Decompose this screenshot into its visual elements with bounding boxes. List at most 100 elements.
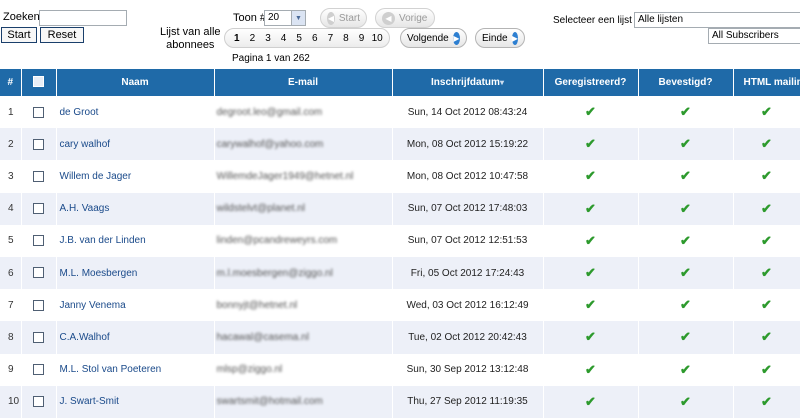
subscriber-email: degroot.leo@gmail.com	[216, 106, 323, 118]
col-registered-header[interactable]: Geregistreerd?	[543, 69, 639, 96]
subscriber-name-link[interactable]: M.L. Moesbergen	[56, 256, 215, 290]
row-checkbox[interactable]	[33, 364, 44, 376]
table-row: 2 cary walhof carywalhof@yahoo.com Mon, 08 …	[0, 128, 800, 161]
row-select-cell	[21, 385, 57, 418]
subscriber-name-link[interactable]: J. Swart-Smit	[56, 385, 215, 418]
subscriber-filter-value: All Subscribers	[712, 30, 779, 41]
subscriber-email: bonnyjt@hetnet.nl	[216, 299, 298, 311]
check-icon: ✔	[761, 104, 772, 120]
row-select-cell	[21, 192, 57, 225]
check-icon: ✔	[585, 232, 596, 248]
html-mailings-cell: ✔	[733, 256, 800, 290]
col-select-header[interactable]	[21, 69, 57, 96]
col-date-label: Inschrijfdatum	[431, 77, 500, 88]
check-icon: ✔	[680, 329, 691, 345]
col-date-header[interactable]: Inschrijfdatum▾	[392, 69, 544, 96]
row-checkbox[interactable]	[33, 299, 44, 311]
subscriber-name-link[interactable]: de Groot	[56, 96, 215, 129]
subscriber-email: mlsp@ziggo.nl	[216, 364, 283, 376]
page-link[interactable]: 9	[354, 33, 370, 44]
check-icon: ✔	[585, 329, 596, 345]
search-start-button[interactable]: Start	[1, 27, 37, 43]
previous-button[interactable]: ◀ Vorige	[375, 8, 435, 28]
row-select-cell	[21, 353, 57, 386]
page-link[interactable]: 6	[307, 33, 323, 44]
confirmed-cell: ✔	[638, 321, 734, 354]
row-checkbox[interactable]	[33, 106, 44, 118]
check-icon: ✔	[680, 136, 691, 152]
row-checkbox[interactable]	[33, 235, 44, 247]
row-checkbox[interactable]	[33, 170, 44, 182]
col-email-header[interactable]: E-mail	[214, 69, 393, 96]
start-nav-button[interactable]: ◀ Start	[320, 8, 367, 28]
page-link[interactable]: 8	[338, 33, 354, 44]
row-checkbox[interactable]	[33, 267, 44, 279]
subscriber-name-link[interactable]: Willem de Jager	[56, 160, 215, 193]
list-title-line2: abonnees	[166, 39, 215, 51]
col-number-header[interactable]: #	[0, 69, 22, 96]
subscriber-name-link[interactable]: M.L. Stol van Poeteren	[56, 353, 215, 386]
subscriber-name-link[interactable]: J.B. van der Linden	[56, 224, 215, 257]
subscriber-name-link[interactable]: A.H. Vaags	[56, 192, 215, 225]
subscription-date: Tue, 02 Oct 2012 20:42:43	[392, 321, 544, 354]
next-label: Volgende	[407, 32, 449, 44]
subscriber-email: wildstelvt@planet.nl	[216, 203, 306, 215]
subscription-date: Thu, 27 Sep 2012 11:19:35	[392, 385, 544, 418]
page-link[interactable]: 5	[291, 33, 307, 44]
confirmed-cell: ✔	[638, 96, 734, 129]
check-icon: ✔	[585, 265, 596, 281]
subscriber-email-cell: mlsp@ziggo.nl	[214, 353, 393, 386]
row-checkbox[interactable]	[33, 203, 44, 215]
list-title: Lijst van alle abonnees	[160, 26, 221, 52]
registered-cell: ✔	[543, 353, 639, 386]
confirmed-cell: ✔	[638, 256, 734, 290]
html-mailings-cell: ✔	[733, 289, 800, 322]
sort-icon[interactable]: ▾	[500, 78, 504, 87]
subscriber-email: linden@pcandreweyrs.com	[216, 235, 338, 247]
html-mailings-cell: ✔	[733, 160, 800, 193]
subscriber-name-link[interactable]: C.A.Walhof	[56, 321, 215, 354]
page-link[interactable]: 3	[260, 33, 276, 44]
row-select-cell	[21, 224, 57, 257]
col-name-header[interactable]: Naam	[56, 69, 215, 96]
next-button[interactable]: Volgende ▶	[400, 28, 467, 48]
end-label: Einde	[482, 32, 508, 44]
check-icon: ✔	[761, 297, 772, 313]
page-link[interactable]: 10	[369, 33, 385, 44]
subscriber-email-cell: WillemdeJager1949@hetnet.nl	[214, 160, 393, 193]
page-link[interactable]: 7	[323, 33, 339, 44]
select-all-checkbox[interactable]	[33, 75, 44, 87]
registered-cell: ✔	[543, 160, 639, 193]
row-checkbox[interactable]	[33, 138, 44, 150]
table-header-row: # Naam E-mail Inschrijfdatum▾ Geregistre…	[0, 69, 800, 96]
html-mailings-cell: ✔	[733, 321, 800, 354]
subscriber-name-link[interactable]: Janny Venema	[56, 289, 215, 322]
col-html-header[interactable]: HTML mailings	[733, 69, 800, 96]
check-icon: ✔	[680, 393, 691, 409]
list-select[interactable]: Alle lijsten	[634, 12, 800, 28]
search-reset-button[interactable]: Reset	[40, 27, 84, 43]
check-icon: ✔	[761, 200, 772, 216]
row-checkbox[interactable]	[33, 331, 44, 343]
check-icon: ✔	[761, 393, 772, 409]
registered-cell: ✔	[543, 321, 639, 354]
col-confirmed-header[interactable]: Bevestigd?	[638, 69, 734, 96]
subscriber-email: carywalhof@yahoo.com	[216, 138, 324, 150]
end-button[interactable]: Einde ▶	[475, 28, 525, 48]
page-size-value: 20	[268, 12, 280, 23]
chevron-down-icon: ▼	[291, 11, 305, 25]
check-icon: ✔	[585, 361, 596, 377]
check-icon: ✔	[585, 297, 596, 313]
page-link[interactable]: 4	[276, 33, 292, 44]
table-row: 4 A.H. Vaags wildstelvt@planet.nl Sun, 07 O…	[0, 192, 800, 225]
subscriber-email: swartsmit@hotmail.com	[216, 396, 323, 408]
arrow-right-icon: ▶	[452, 31, 460, 45]
row-checkbox[interactable]	[33, 396, 44, 408]
subscriber-filter-select[interactable]: All Subscribers	[708, 28, 800, 44]
search-input[interactable]	[39, 10, 127, 26]
subscriber-name-link[interactable]: cary walhof	[56, 128, 215, 161]
page-size-select[interactable]: 20 ▼	[264, 10, 306, 26]
page-link-current[interactable]: 1	[229, 33, 245, 44]
page-link[interactable]: 2	[245, 33, 261, 44]
subscribers-table: # Naam E-mail Inschrijfdatum▾ Geregistre…	[0, 69, 800, 418]
